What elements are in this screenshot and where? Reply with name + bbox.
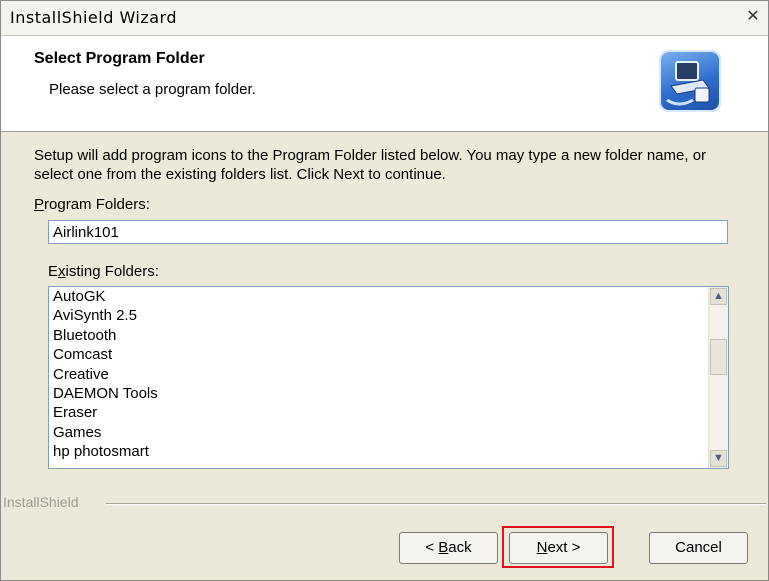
back-button-label: ack — [448, 539, 472, 556]
back-button[interactable]: < Back — [399, 532, 498, 564]
next-button-accesskey: N — [536, 539, 548, 556]
program-folders-label-text: rogram Folders: — [44, 196, 150, 213]
close-icon[interactable]: ✕ — [744, 8, 762, 26]
installshield-brand-label: InstallShield — [3, 494, 79, 510]
list-item[interactable]: Eraser — [49, 403, 709, 422]
installshield-computer-icon — [659, 50, 721, 112]
list-item[interactable]: Bluetooth — [49, 326, 709, 345]
list-item[interactable]: Comcast — [49, 345, 709, 364]
installshield-dialog: InstallShield Wizard ✕ Select Program Fo… — [0, 0, 769, 581]
list-item[interactable]: AviSynth 2.5 — [49, 306, 709, 325]
cancel-button[interactable]: Cancel — [649, 532, 748, 564]
list-item[interactable]: hp photosmart — [49, 442, 709, 461]
page-title: Select Program Folder — [34, 50, 205, 67]
computer-icon — [666, 61, 710, 106]
list-item[interactable]: Games — [49, 423, 709, 442]
list-item[interactable]: AutoGK — [49, 287, 709, 306]
existing-folders-label-first: E — [48, 263, 59, 280]
installshield-brand-row: InstallShield — [1, 494, 768, 514]
existing-folders-label-accesskey: x — [58, 263, 66, 280]
scrollbar-thumb[interactable] — [710, 339, 727, 375]
scroll-down-icon[interactable]: ▼ — [710, 450, 727, 467]
back-button-accesskey: B — [438, 539, 449, 556]
program-folder-input[interactable] — [48, 220, 728, 244]
title-bar: InstallShield Wizard ✕ — [1, 1, 768, 36]
existing-folders-label-text: isting Folders: — [65, 263, 159, 280]
window-title: InstallShield Wizard — [10, 8, 178, 27]
scroll-up-icon[interactable]: ▲ — [710, 288, 727, 305]
next-button[interactable]: Next > — [509, 532, 608, 564]
existing-folders-list[interactable]: AutoGK AviSynth 2.5 Bluetooth Comcast Cr… — [48, 286, 729, 469]
back-button-prefix: < — [425, 539, 439, 556]
folder-list-items: AutoGK AviSynth 2.5 Bluetooth Comcast Cr… — [49, 287, 709, 468]
program-folders-label: Program Folders: — [34, 196, 150, 213]
wizard-header: Select Program Folder Please select a pr… — [1, 36, 768, 132]
list-item[interactable]: DAEMON Tools — [49, 384, 709, 403]
vertical-scrollbar[interactable]: ▲ ▼ — [708, 287, 728, 468]
list-item[interactable]: Creative — [49, 365, 709, 384]
existing-folders-label: Existing Folders: — [48, 263, 159, 280]
instructions-text: Setup will add program icons to the Prog… — [34, 147, 707, 183]
page-subtitle: Please select a program folder. — [49, 81, 256, 98]
brand-divider — [106, 503, 766, 505]
program-folders-label-accesskey: P — [34, 196, 45, 213]
next-button-label: ext > — [547, 539, 581, 556]
